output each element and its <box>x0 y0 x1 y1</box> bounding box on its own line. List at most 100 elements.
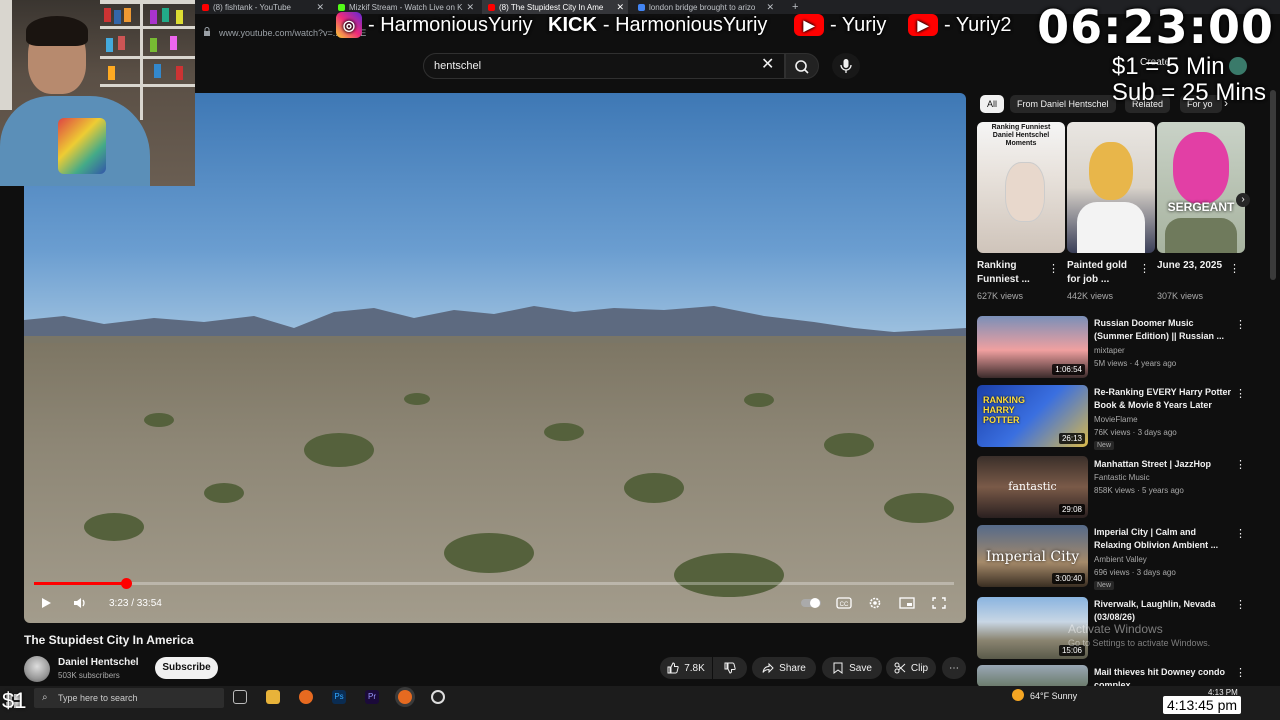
more-vert-icon[interactable]: ⋮ <box>1235 458 1246 471</box>
recommended-thumbnail[interactable]: RANKING HARRY POTTER 26:13 <box>977 385 1088 447</box>
kick-handle: - HarmoniousYuriy <box>602 13 768 36</box>
more-actions-button[interactable]: ⋯ <box>942 657 966 679</box>
instagram-banner: ◎ - HarmoniousYuriy <box>336 12 533 38</box>
like-button[interactable]: 7.8K <box>660 657 712 679</box>
share-icon <box>762 662 774 674</box>
more-vert-icon[interactable]: ⋮ <box>1235 527 1246 540</box>
kick-favicon-icon <box>338 4 345 11</box>
channel-avatar[interactable] <box>24 656 50 682</box>
google-favicon-icon <box>638 4 645 11</box>
recommended-channel[interactable]: MovieFlame <box>1094 415 1138 424</box>
recommended-meta: 696 views · 3 days ago <box>1094 568 1176 577</box>
shorts-next-icon[interactable]: › <box>1236 193 1250 207</box>
browser-tab-fishtank[interactable]: (8) fishtank - YouTube ✕ <box>196 0 328 14</box>
play-button[interactable] <box>39 596 53 613</box>
short-views: 307K views <box>1157 291 1204 301</box>
youtube-banner: ▶ - Yuriy <box>794 12 886 38</box>
save-icon <box>833 662 843 674</box>
kick-logo: KICK <box>548 13 597 36</box>
progress-bar[interactable] <box>34 582 954 585</box>
recommended-thumbnail[interactable]: Imperial City 3:00:40 <box>977 525 1088 587</box>
fullscreen-button[interactable] <box>931 596 947 613</box>
thumb-text: Imperial City <box>985 549 1080 565</box>
chip-from-channel[interactable]: From Daniel Hentschel <box>1010 95 1116 113</box>
firefox-active-icon[interactable] <box>398 690 412 704</box>
instagram-icon: ◎ <box>336 12 362 38</box>
clip-button[interactable]: Clip <box>886 657 936 679</box>
more-vert-icon[interactable]: ⋮ <box>1048 262 1059 275</box>
firefox-icon[interactable] <box>299 690 313 704</box>
recommended-title[interactable]: Riverwalk, Laughlin, Nevada (03/08/26) <box>1094 598 1232 624</box>
svg-text:CC: CC <box>840 602 849 608</box>
search-query[interactable]: hentschel <box>434 60 481 72</box>
progress-scrubber[interactable] <box>121 578 132 589</box>
autoplay-toggle[interactable] <box>800 596 822 613</box>
youtube-icon: ▶ <box>794 14 824 36</box>
short-thumb-text: SERGEANT <box>1167 200 1235 214</box>
youtube-handle: - Yuriy <box>830 13 887 36</box>
voice-search-button[interactable] <box>832 53 860 79</box>
short-title[interactable]: Painted gold for job ... <box>1067 259 1141 287</box>
save-button[interactable]: Save <box>822 657 882 679</box>
recommended-title[interactable]: Mail thieves hit Downey condo complex <box>1094 666 1232 686</box>
more-vert-icon[interactable]: ⋮ <box>1229 262 1240 275</box>
more-vert-icon[interactable]: ⋮ <box>1235 598 1246 611</box>
recommended-title[interactable]: Manhattan Street | JazzHop <box>1094 458 1232 471</box>
recommended-thumbnail[interactable]: 1:06:54 <box>977 316 1088 378</box>
youtube-favicon-icon <box>202 4 209 11</box>
photoshop-icon[interactable]: Ps <box>332 690 346 704</box>
more-vert-icon[interactable]: ⋮ <box>1235 318 1246 331</box>
obs-icon[interactable] <box>431 690 445 704</box>
save-label: Save <box>849 662 872 674</box>
scrollbar[interactable] <box>1270 90 1276 280</box>
recommended-title[interactable]: Imperial City | Calm and Relaxing Oblivi… <box>1094 526 1232 552</box>
recommended-channel[interactable]: mixtaper <box>1094 346 1125 355</box>
duration-badge: 26:13 <box>1058 433 1085 444</box>
instagram-handle: - HarmoniousYuriy <box>368 13 533 36</box>
share-button[interactable]: Share <box>752 657 816 679</box>
short-thumbnail[interactable]: Ranking Funniest Daniel Hentschel Moment… <box>977 122 1065 253</box>
clear-search-icon[interactable]: ✕ <box>761 57 774 73</box>
channel-name[interactable]: Daniel Hentschel <box>58 657 139 668</box>
more-vert-icon[interactable]: ⋮ <box>1235 666 1246 679</box>
weather-widget[interactable]: 64°F Sunny <box>1030 691 1077 701</box>
more-vert-icon[interactable]: ⋮ <box>1235 387 1246 400</box>
close-icon[interactable]: ✕ <box>316 2 324 13</box>
duration-badge: 29:08 <box>1058 504 1085 515</box>
recommended-channel[interactable]: Ambient Valley <box>1094 555 1147 564</box>
short-thumbnail[interactable] <box>1067 122 1155 253</box>
stream-timer: 06:23:00 <box>1037 0 1274 54</box>
kick-banner: KICK - HarmoniousYuriy <box>548 12 767 38</box>
premiere-icon[interactable]: Pr <box>365 690 379 704</box>
subscribe-button[interactable]: Subscribe <box>155 657 218 679</box>
search-button[interactable] <box>785 53 819 79</box>
duration-badge: 3:00:40 <box>1052 573 1085 584</box>
task-view-icon[interactable] <box>233 690 247 704</box>
miniplayer-icon <box>899 597 915 609</box>
sub-rate: Sub = 25 Mins <box>1111 79 1266 106</box>
file-explorer-icon[interactable] <box>266 690 280 704</box>
close-icon[interactable]: ✕ <box>766 2 774 13</box>
recommended-title[interactable]: Russian Doomer Music (Summer Edition) ||… <box>1094 317 1232 343</box>
short-title[interactable]: Ranking Funniest ... <box>977 259 1051 287</box>
watermark-line-1: Activate Windows <box>1068 622 1163 636</box>
short-title[interactable]: June 23, 2025 <box>1157 259 1231 273</box>
captions-button[interactable]: CC <box>836 596 852 613</box>
short-thumbnail[interactable]: SERGEANT <box>1157 122 1245 253</box>
new-badge: New <box>1094 441 1115 450</box>
volume-button[interactable] <box>72 596 88 613</box>
dislike-button[interactable] <box>713 657 747 679</box>
activate-windows-watermark: Activate Windows Go to Settings to activ… <box>1068 622 1210 650</box>
recommended-thumbnail[interactable] <box>977 665 1088 687</box>
chip-all[interactable]: All <box>980 95 1005 113</box>
more-vert-icon[interactable]: ⋮ <box>1139 262 1150 275</box>
play-icon <box>42 598 51 608</box>
recommended-channel[interactable]: Fantastic Music <box>1094 473 1150 482</box>
dollar-badge: $1 <box>2 688 27 713</box>
time-display: 3:23 / 33:54 <box>109 598 162 609</box>
settings-button[interactable] <box>867 596 883 613</box>
scissors-icon <box>894 662 906 674</box>
recommended-title[interactable]: Re-Ranking EVERY Harry Potter Book & Mov… <box>1094 386 1232 412</box>
miniplayer-button[interactable] <box>899 596 915 613</box>
recommended-thumbnail[interactable]: fantastic 29:08 <box>977 456 1088 518</box>
